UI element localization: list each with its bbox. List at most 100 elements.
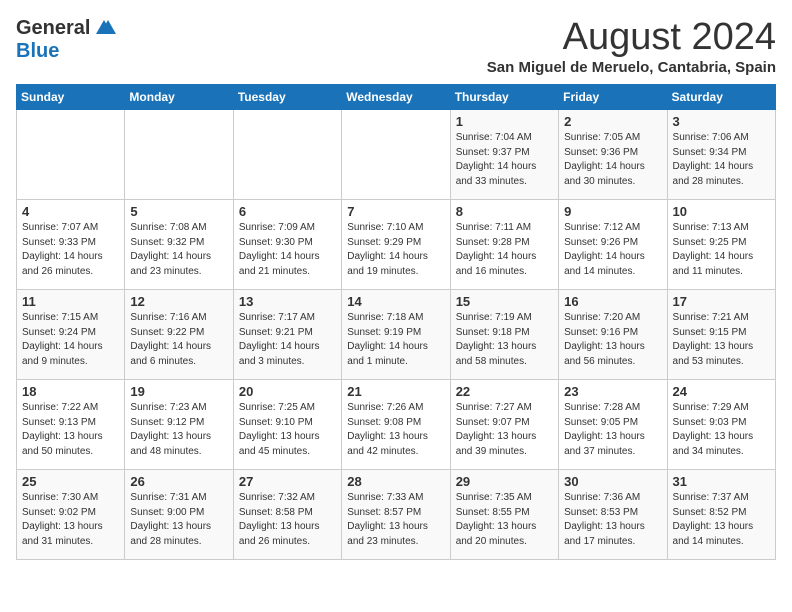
- calendar-cell: 16Sunrise: 7:20 AM Sunset: 9:16 PM Dayli…: [559, 290, 667, 380]
- calendar-cell: 9Sunrise: 7:12 AM Sunset: 9:26 PM Daylig…: [559, 200, 667, 290]
- calendar-cell: 3 Sunrise: 7:06 AM Sunset: 9:34 PM Daylig…: [667, 110, 775, 200]
- day-number: 29: [456, 474, 553, 489]
- day-info: Sunrise: 7:06 AM Sunset: 9:34 PM Dayligh…: [673, 131, 770, 189]
- calendar-cell: 20 Sunrise: 7:25 AM Sunset: 9:10 PM Dayli…: [233, 380, 341, 470]
- logo: General Blue: [16, 16, 116, 63]
- calendar-cell: 7 Sunrise: 7:10 AM Sunset: 9:29 PM Daylig…: [342, 200, 450, 290]
- logo-blue-text: Blue: [16, 40, 59, 63]
- day-number: 4: [22, 204, 119, 219]
- calendar-cell: 31Sunrise: 7:37 AM Sunset: 8:52 PM Dayli…: [667, 470, 775, 560]
- day-number: 6: [239, 204, 336, 219]
- day-number: 15: [456, 294, 553, 309]
- calendar-cell: 30 Sunrise: 7:36 AM Sunset: 8:53 PM Dayli…: [559, 470, 667, 560]
- calendar-cell: 19Sunrise: 7:23 AM Sunset: 9:12 PM Dayli…: [125, 380, 233, 470]
- calendar-cell: 26 Sunrise: 7:31 AM Sunset: 9:00 PM Dayli…: [125, 470, 233, 560]
- calendar-header-row: SundayMondayTuesdayWednesdayThursdayFrid…: [17, 85, 776, 110]
- day-info: Sunrise: 7:25 AM Sunset: 9:10 PM Dayligh…: [239, 401, 336, 459]
- calendar-cell: 17Sunrise: 7:21 AM Sunset: 9:15 PM Dayli…: [667, 290, 775, 380]
- day-info: Sunrise: 7:05 AM Sunset: 9:36 PM Dayligh…: [564, 131, 661, 189]
- day-info: Sunrise: 7:11 AM Sunset: 9:28 PM Dayligh…: [456, 221, 553, 279]
- calendar-cell: 1Sunrise: 7:04 AM Sunset: 9:37 PM Daylig…: [450, 110, 558, 200]
- day-info: Sunrise: 7:37 AM Sunset: 8:52 PM Dayligh…: [673, 491, 770, 549]
- day-number: 10: [673, 204, 770, 219]
- header-monday: Monday: [125, 85, 233, 110]
- calendar-cell: [233, 110, 341, 200]
- day-info: Sunrise: 7:13 AM Sunset: 9:25 PM Dayligh…: [673, 221, 770, 279]
- calendar-cell: 10 Sunrise: 7:13 AM Sunset: 9:25 PM Dayli…: [667, 200, 775, 290]
- logo-general-text: General: [16, 17, 90, 40]
- day-number: 16: [564, 294, 661, 309]
- calendar-cell: 28 Sunrise: 7:33 AM Sunset: 8:57 PM Dayli…: [342, 470, 450, 560]
- day-info: Sunrise: 7:16 AM Sunset: 9:22 PM Dayligh…: [130, 311, 227, 369]
- day-info: Sunrise: 7:30 AM Sunset: 9:02 PM Dayligh…: [22, 491, 119, 549]
- day-number: 21: [347, 384, 444, 399]
- month-title: August 2024: [487, 16, 776, 59]
- day-info: Sunrise: 7:15 AM Sunset: 9:24 PM Dayligh…: [22, 311, 119, 369]
- day-number: 11: [22, 294, 119, 309]
- day-info: Sunrise: 7:18 AM Sunset: 9:19 PM Dayligh…: [347, 311, 444, 369]
- logo-icon: [92, 16, 116, 40]
- calendar-cell: 8 Sunrise: 7:11 AM Sunset: 9:28 PM Daylig…: [450, 200, 558, 290]
- header-friday: Friday: [559, 85, 667, 110]
- calendar-cell: 14 Sunrise: 7:18 AM Sunset: 9:19 PM Dayli…: [342, 290, 450, 380]
- calendar-cell: 23Sunrise: 7:28 AM Sunset: 9:05 PM Dayli…: [559, 380, 667, 470]
- calendar-cell: 6 Sunrise: 7:09 AM Sunset: 9:30 PM Daylig…: [233, 200, 341, 290]
- calendar-cell: 13Sunrise: 7:17 AM Sunset: 9:21 PM Dayli…: [233, 290, 341, 380]
- day-number: 24: [673, 384, 770, 399]
- day-info: Sunrise: 7:35 AM Sunset: 8:55 PM Dayligh…: [456, 491, 553, 549]
- header-saturday: Saturday: [667, 85, 775, 110]
- day-number: 25: [22, 474, 119, 489]
- day-number: 3: [673, 114, 770, 129]
- day-number: 2: [564, 114, 661, 129]
- day-info: Sunrise: 7:08 AM Sunset: 9:32 PM Dayligh…: [130, 221, 227, 279]
- calendar-cell: 21 Sunrise: 7:26 AM Sunset: 9:08 PM Dayli…: [342, 380, 450, 470]
- header-tuesday: Tuesday: [233, 85, 341, 110]
- location-title: San Miguel de Meruelo, Cantabria, Spain: [487, 59, 776, 76]
- calendar-cell: 12 Sunrise: 7:16 AM Sunset: 9:22 PM Dayli…: [125, 290, 233, 380]
- day-number: 14: [347, 294, 444, 309]
- calendar-cell: 25 Sunrise: 7:30 AM Sunset: 9:02 PM Dayli…: [17, 470, 125, 560]
- day-number: 30: [564, 474, 661, 489]
- day-info: Sunrise: 7:26 AM Sunset: 9:08 PM Dayligh…: [347, 401, 444, 459]
- day-number: 22: [456, 384, 553, 399]
- day-info: Sunrise: 7:09 AM Sunset: 9:30 PM Dayligh…: [239, 221, 336, 279]
- day-number: 18: [22, 384, 119, 399]
- calendar-cell: 18Sunrise: 7:22 AM Sunset: 9:13 PM Dayli…: [17, 380, 125, 470]
- day-info: Sunrise: 7:27 AM Sunset: 9:07 PM Dayligh…: [456, 401, 553, 459]
- day-number: 20: [239, 384, 336, 399]
- header-thursday: Thursday: [450, 85, 558, 110]
- header: General Blue August 2024 San Miguel de M…: [16, 16, 776, 76]
- calendar-cell: 11 Sunrise: 7:15 AM Sunset: 9:24 PM Dayli…: [17, 290, 125, 380]
- calendar-cell: [125, 110, 233, 200]
- header-wednesday: Wednesday: [342, 85, 450, 110]
- day-info: Sunrise: 7:28 AM Sunset: 9:05 PM Dayligh…: [564, 401, 661, 459]
- day-info: Sunrise: 7:33 AM Sunset: 8:57 PM Dayligh…: [347, 491, 444, 549]
- header-sunday: Sunday: [17, 85, 125, 110]
- week-row-1: 4Sunrise: 7:07 AM Sunset: 9:33 PM Daylig…: [17, 200, 776, 290]
- day-number: 12: [130, 294, 227, 309]
- week-row-4: 25 Sunrise: 7:30 AM Sunset: 9:02 PM Dayli…: [17, 470, 776, 560]
- week-row-0: 1Sunrise: 7:04 AM Sunset: 9:37 PM Daylig…: [17, 110, 776, 200]
- day-info: Sunrise: 7:36 AM Sunset: 8:53 PM Dayligh…: [564, 491, 661, 549]
- day-info: Sunrise: 7:21 AM Sunset: 9:15 PM Dayligh…: [673, 311, 770, 369]
- day-number: 5: [130, 204, 227, 219]
- calendar-cell: 27Sunrise: 7:32 AM Sunset: 8:58 PM Dayli…: [233, 470, 341, 560]
- day-info: Sunrise: 7:10 AM Sunset: 9:29 PM Dayligh…: [347, 221, 444, 279]
- day-info: Sunrise: 7:29 AM Sunset: 9:03 PM Dayligh…: [673, 401, 770, 459]
- day-number: 27: [239, 474, 336, 489]
- calendar-cell: 22 Sunrise: 7:27 AM Sunset: 9:07 PM Dayli…: [450, 380, 558, 470]
- day-number: 9: [564, 204, 661, 219]
- calendar-cell: 5 Sunrise: 7:08 AM Sunset: 9:32 PM Daylig…: [125, 200, 233, 290]
- day-info: Sunrise: 7:04 AM Sunset: 9:37 PM Dayligh…: [456, 131, 553, 189]
- calendar-cell: 15Sunrise: 7:19 AM Sunset: 9:18 PM Dayli…: [450, 290, 558, 380]
- day-info: Sunrise: 7:23 AM Sunset: 9:12 PM Dayligh…: [130, 401, 227, 459]
- day-number: 7: [347, 204, 444, 219]
- day-number: 8: [456, 204, 553, 219]
- calendar-cell: 2 Sunrise: 7:05 AM Sunset: 9:36 PM Daylig…: [559, 110, 667, 200]
- calendar-cell: [17, 110, 125, 200]
- day-number: 28: [347, 474, 444, 489]
- day-info: Sunrise: 7:31 AM Sunset: 9:00 PM Dayligh…: [130, 491, 227, 549]
- day-number: 26: [130, 474, 227, 489]
- calendar-cell: 29 Sunrise: 7:35 AM Sunset: 8:55 PM Dayli…: [450, 470, 558, 560]
- week-row-2: 11 Sunrise: 7:15 AM Sunset: 9:24 PM Dayli…: [17, 290, 776, 380]
